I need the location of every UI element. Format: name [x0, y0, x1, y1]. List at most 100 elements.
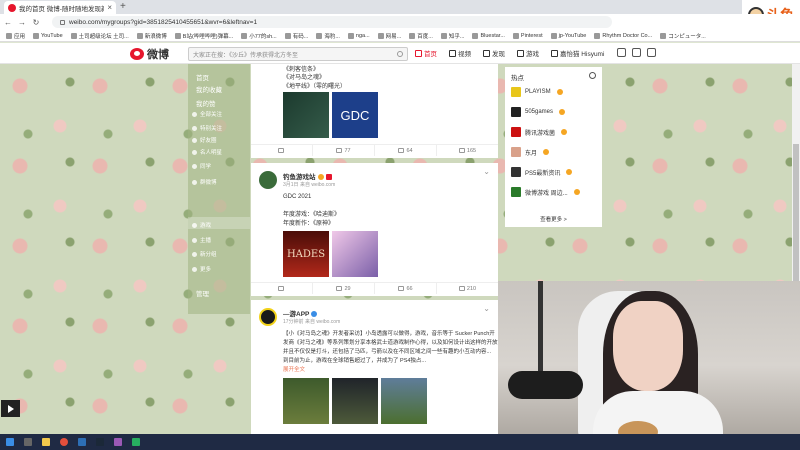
bookmark-item[interactable]: 百度... [409, 32, 433, 40]
url-input[interactable]: weibo.com/mygroups?gid=3851825410455651&… [52, 16, 612, 28]
bookmark-item[interactable]: 海豹... [316, 32, 340, 40]
bookmark-item[interactable]: nga... [347, 32, 370, 39]
see-more-link[interactable]: 查看更多 > [505, 215, 602, 223]
nav-item[interactable]: 首页 [415, 48, 437, 58]
edit-icon[interactable] [632, 48, 641, 57]
gear-icon[interactable] [647, 48, 656, 57]
bookmark-item[interactable]: Rhythm Doctor Co... [594, 32, 652, 39]
weibo-logo[interactable]: 微博 [130, 46, 169, 62]
bookmark-item[interactable]: jp-YouTube [550, 32, 586, 39]
bookmark-icon [594, 32, 601, 39]
taskbar [0, 434, 800, 450]
reload-icon[interactable]: ↻ [32, 18, 40, 27]
steam-icon[interactable] [96, 438, 104, 446]
chevron-down-icon[interactable]: ⌄ [483, 167, 490, 176]
sidebar-item[interactable]: 全部关注 [192, 110, 222, 118]
post3-meta: 17分钟前 来自 weibo.com [283, 319, 341, 325]
post3-image-2[interactable] [332, 378, 378, 424]
bookmark-item[interactable]: 有码... [284, 32, 308, 40]
bookmark-item[interactable]: Pinterest [512, 32, 543, 39]
bookmark-icon [174, 32, 181, 39]
post3-image-1[interactable] [283, 378, 329, 424]
repost-icon [336, 286, 343, 291]
sidebar-item[interactable]: 特别关注 [192, 124, 222, 132]
like-button[interactable]: 165 [437, 145, 498, 156]
avatar[interactable] [259, 171, 277, 189]
sidebar-item[interactable]: 群微博 [192, 178, 217, 186]
app-icon[interactable] [132, 438, 140, 446]
hades-image[interactable]: HADES [283, 231, 329, 277]
bookmark-icon [377, 32, 384, 39]
like-button[interactable]: 210 [437, 283, 498, 294]
search-input[interactable]: 大家正在搜：《沙丘》传承获得北方冬至 [188, 47, 408, 61]
sidebar-item[interactable]: 新分组 [192, 250, 217, 258]
new-tab-button[interactable]: + [120, 1, 126, 12]
sidebar-item[interactable]: 管理 [196, 288, 209, 298]
sidebar-item[interactable]: 我的收藏 [196, 84, 222, 94]
expand-link[interactable]: 展开全文 [283, 366, 305, 375]
app-icon[interactable] [114, 438, 122, 446]
nav-item[interactable]: 视频 [449, 48, 471, 58]
sidebar-item[interactable]: 主播 [192, 236, 211, 244]
post3-username[interactable]: —游APP [283, 308, 318, 318]
forward-icon[interactable]: → [18, 18, 26, 27]
chevron-down-icon[interactable]: ⌄ [483, 304, 490, 313]
comment-button[interactable]: 66 [375, 283, 437, 294]
search-icon[interactable] [24, 438, 32, 446]
back-icon[interactable]: ← [4, 18, 12, 27]
bookmark-item[interactable]: 网易... [377, 32, 401, 40]
gear-icon[interactable] [589, 72, 596, 79]
nav-item[interactable]: 嘉怡猫 Hisyumi [551, 48, 604, 58]
sidebar-item[interactable]: 我的赞 [196, 98, 216, 108]
bookmark-item[interactable]: 新浪微博 [136, 32, 167, 40]
bookmark-item[interactable]: 土司超级论坛 土司... [70, 32, 129, 40]
bookmark-item[interactable]: B站(哔哩哔哩)弹幕... [174, 32, 233, 40]
app-icon[interactable] [78, 438, 86, 446]
hades-label: HADES [286, 248, 326, 260]
bookmark-item[interactable]: 小77的sh... [241, 32, 277, 40]
bookmark-item[interactable]: Bluestar... [472, 32, 505, 39]
bookmark-icon [70, 32, 77, 39]
share-button[interactable] [251, 283, 313, 294]
hot-item[interactable]: 505games [511, 107, 566, 117]
search-icon[interactable] [397, 51, 403, 57]
browser-tabbar: 我的首页 微博-随时随地发现新鲜事 × + [0, 0, 800, 14]
post1-actions: 77 64 165 [251, 144, 498, 156]
bookmark-item[interactable]: YouTube [33, 32, 63, 39]
chrome-icon[interactable] [60, 438, 68, 446]
post1-image-1[interactable] [283, 92, 329, 138]
message-icon[interactable] [617, 48, 626, 57]
bookmark-icon [347, 32, 354, 39]
sidebar-item[interactable]: 同学 [192, 162, 211, 170]
folder-icon[interactable] [42, 438, 50, 446]
nav-item[interactable]: 发现 [483, 48, 505, 58]
post1-image-2[interactable]: GDC [332, 92, 378, 138]
browser-tab[interactable]: 我的首页 微博-随时随地发现新鲜事 × [4, 1, 116, 14]
sidebar-item[interactable]: 更多 [192, 265, 211, 273]
windows-start-icon[interactable] [6, 438, 14, 446]
bookmark-item[interactable]: 应用 [6, 32, 25, 40]
share-button[interactable] [251, 145, 313, 156]
hot-item[interactable]: 腾讯游戏菌 [511, 127, 568, 137]
group-icon [192, 111, 197, 117]
comment-button[interactable]: 64 [375, 145, 437, 156]
genshin-image[interactable] [332, 231, 378, 277]
hot-item[interactable]: 微博游戏 周边... [511, 187, 580, 197]
nav-item[interactable]: 游戏 [517, 48, 539, 58]
sidebar-item[interactable]: 名人明星 [192, 148, 222, 156]
bookmark-item[interactable]: コンピュータ... [660, 32, 706, 40]
avatar[interactable] [259, 308, 277, 326]
bookmark-item[interactable]: 知乎... [440, 32, 464, 40]
repost-button[interactable]: 29 [313, 283, 375, 294]
sidebar-item[interactable]: 好友圈 [192, 136, 217, 144]
scrollbar-thumb[interactable] [793, 144, 799, 284]
play-icon[interactable] [1, 400, 20, 417]
post3-image-3[interactable] [381, 378, 427, 424]
repost-button[interactable]: 77 [313, 145, 375, 156]
tab-close-icon[interactable]: × [107, 3, 112, 12]
hot-item[interactable]: 东月 [511, 147, 550, 157]
hot-item[interactable]: PLAYISM [511, 87, 563, 97]
sidebar-item[interactable]: 首页 [196, 72, 209, 82]
post2-username[interactable]: 钓鱼游戏站 [283, 171, 332, 181]
hot-item[interactable]: PS5最新资讯 [511, 167, 573, 177]
